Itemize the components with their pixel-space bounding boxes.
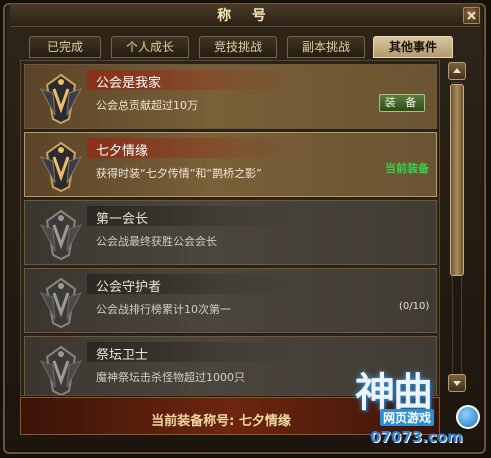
scroll-down-arrow-icon <box>453 381 461 386</box>
scrollbar-thumb[interactable] <box>450 84 464 276</box>
title-name: 第一会长 <box>96 212 149 227</box>
title-emblem-icon <box>39 345 83 395</box>
current-title-value: 七夕情缘 <box>238 414 291 429</box>
title-description: 魔神祭坛击杀怪物超过1000只 <box>96 371 245 384</box>
title-row-first-president[interactable]: 第一会长 公会战最终获胜公会会长 <box>24 200 437 265</box>
title-description: 公会战排行榜累计10次第一 <box>96 303 231 316</box>
title-name: 七夕情缘 <box>96 144 149 159</box>
scroll-up-arrow-icon <box>453 68 461 73</box>
watermark-url: 07073.com <box>370 428 463 446</box>
title-description: 获得时装“七夕传情”和“鹊桥之影” <box>96 167 262 180</box>
title-row-guild-home[interactable]: 公会是我家 公会总贡献超过10万 装 备 <box>24 64 437 129</box>
title-emblem-icon <box>39 209 83 261</box>
title-description: 公会总贡献超过10万 <box>96 99 198 112</box>
title-row-qixi[interactable]: 七夕情缘 获得时装“七夕传情”和“鹊桥之影” 当前装备 <box>24 132 437 197</box>
title-name: 公会守护者 <box>96 280 162 295</box>
equip-button[interactable]: 装 备 <box>379 94 425 112</box>
close-button[interactable] <box>463 7 480 24</box>
window-title: 称 号 <box>217 8 274 24</box>
scroll-down-button[interactable] <box>448 374 466 392</box>
current-title-label: 当前装备称号: <box>151 414 235 429</box>
tab-other-events[interactable]: 其他事件 <box>373 36 453 58</box>
title-name: 公会是我家 <box>96 76 162 91</box>
watermark-mascot-icon <box>456 405 480 429</box>
tab-arena-challenge[interactable]: 竞技挑战 <box>199 36 277 58</box>
tab-dungeon-challenge[interactable]: 副本挑战 <box>287 36 365 58</box>
title-list-scrollbar[interactable] <box>447 62 467 396</box>
title-row-guild-guardian[interactable]: 公会守护者 公会战排行榜累计10次第一 (0/10) <box>24 268 437 333</box>
tab-personal-growth[interactable]: 个人成长 <box>111 36 189 58</box>
watermark-subtitle: 网页游戏 <box>380 409 435 426</box>
title-emblem-icon <box>39 277 83 329</box>
close-icon <box>467 11 476 20</box>
title-name: 祭坛卫士 <box>96 348 149 363</box>
title-list: 公会是我家 公会总贡献超过10万 装 备 七夕情缘 获得时装“七夕传情”和“鹊桥… <box>20 60 440 396</box>
scroll-up-button[interactable] <box>448 62 466 80</box>
tab-completed[interactable]: 已完成 <box>29 36 101 58</box>
title-emblem-icon <box>39 73 83 125</box>
title-description: 公会战最终获胜公会会长 <box>96 235 217 248</box>
title-emblem-icon <box>39 141 83 193</box>
title-progress: (0/10) <box>399 301 430 312</box>
equipped-status: 当前装备 <box>385 162 429 175</box>
